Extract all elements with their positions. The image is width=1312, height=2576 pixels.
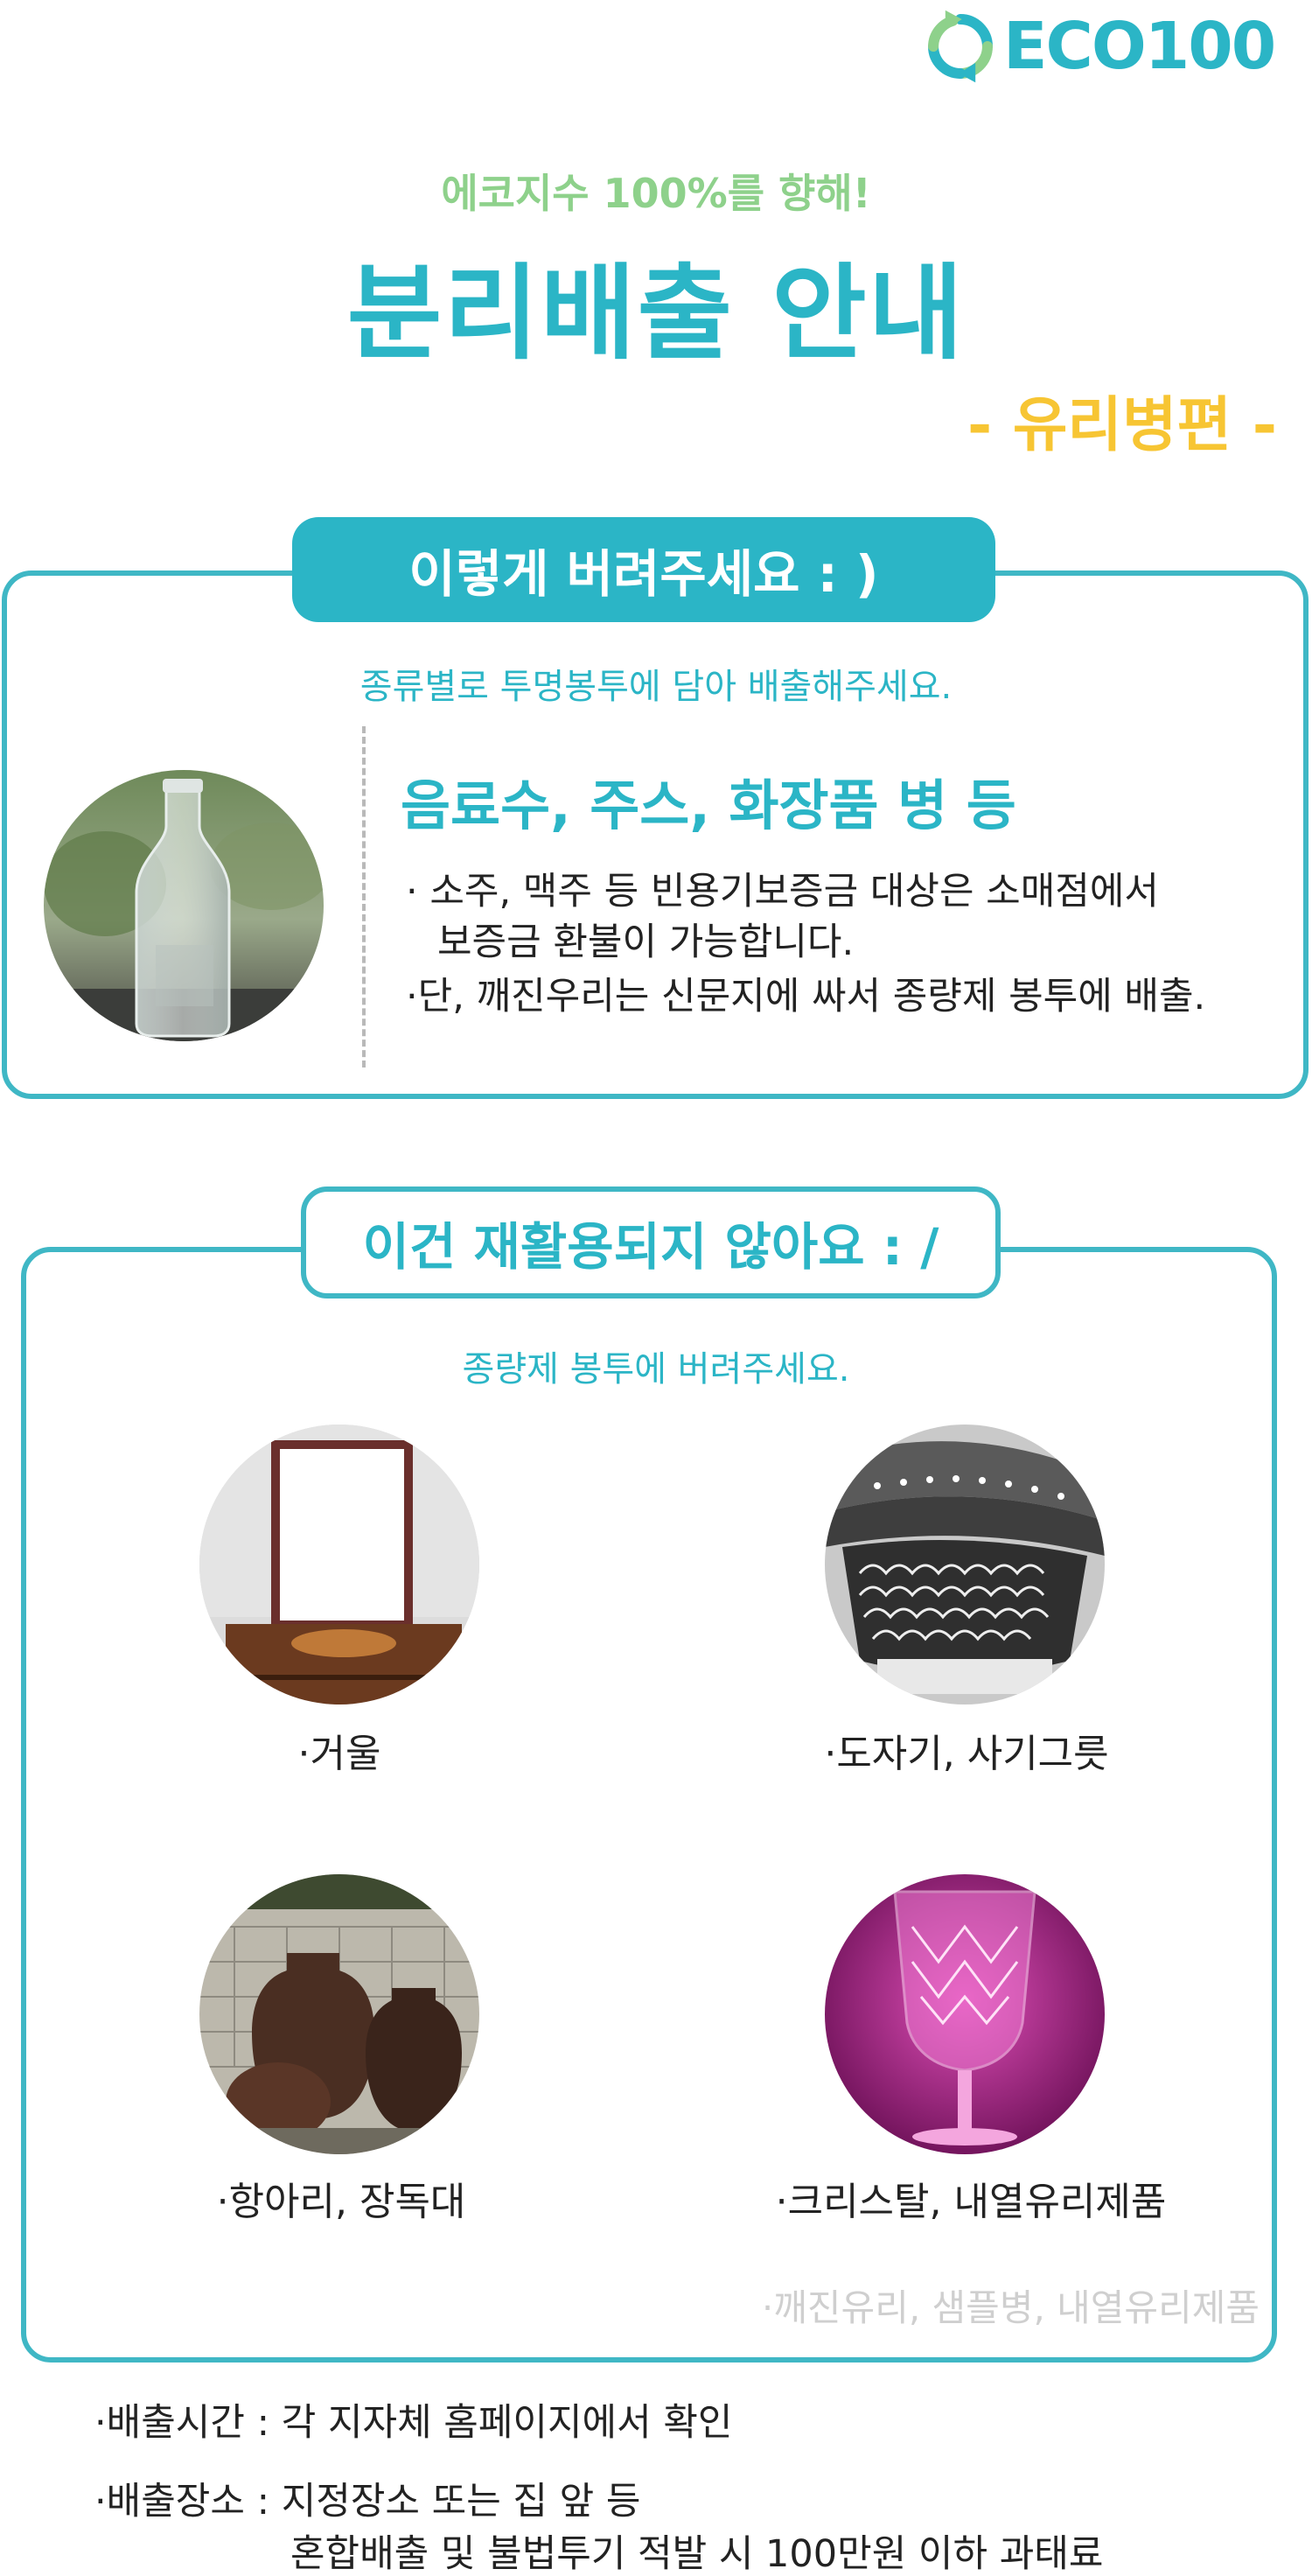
how-to-bullet: 보증금 환불이 가능합니다. (437, 920, 855, 964)
item-caption: ·항아리, 장독대 (216, 2180, 466, 2224)
not-recyclable-pill: 이건 재활용되지 않아요 : / (301, 1186, 1001, 1298)
eyebrow-text: 에코지수 100%를 향해! (441, 170, 871, 217)
how-to-note: 종류별로 투명봉투에 담아 배출해주세요. (359, 667, 953, 707)
recyclable-items-heading: 음료수, 주스, 화장품 병 등 (401, 774, 1016, 837)
not-recyclable-note: 종량제 봉투에 버려주세요. (462, 1349, 850, 1390)
brand-logo: ECO100 (923, 7, 1308, 86)
how-to-bullet: · 소주, 맥주 등 빈용기보증금 대상은 소매점에서 (406, 870, 1159, 914)
faded-note: ·깨진유리, 샘플병, 내열유리제품 (761, 2286, 1260, 2329)
page-title: 분리배출 안내 (346, 253, 966, 374)
how-to-pill: 이렇게 버려주세요 : ) (292, 517, 995, 622)
item-caption: ·거울 (297, 1732, 381, 1776)
disposal-place: ·배출장소 : 지정장소 또는 집 앞 등 (94, 2480, 641, 2524)
how-to-bullet: ·단, 깨진우리는 신문지에 싸서 종량제 봉투에 배출. (406, 975, 1206, 1018)
item-caption: ·도자기, 사기그릇 (824, 1732, 1109, 1776)
mirror-photo (199, 1424, 479, 1704)
glass-bottle-photo (44, 770, 324, 1041)
brand-name: ECO100 (1003, 9, 1276, 84)
ceramic-bowls-photo (825, 1424, 1105, 1704)
item-caption: ·크리스탈, 내열유리제품 (775, 2180, 1167, 2224)
crocks-photo (199, 1874, 479, 2154)
page-subtitle: - 유리병편 - (967, 391, 1277, 460)
disposal-time: ·배출시간 : 각 지자체 홈페이지에서 확인 (94, 2401, 733, 2445)
penalty-notice: 혼합배출 및 불법투기 적발 시 100만원 이하 과태료 (290, 2532, 1104, 2576)
recycle-arrows-icon (928, 10, 993, 83)
crystal-glass-photo (825, 1874, 1105, 2154)
dashed-divider (362, 726, 366, 1068)
